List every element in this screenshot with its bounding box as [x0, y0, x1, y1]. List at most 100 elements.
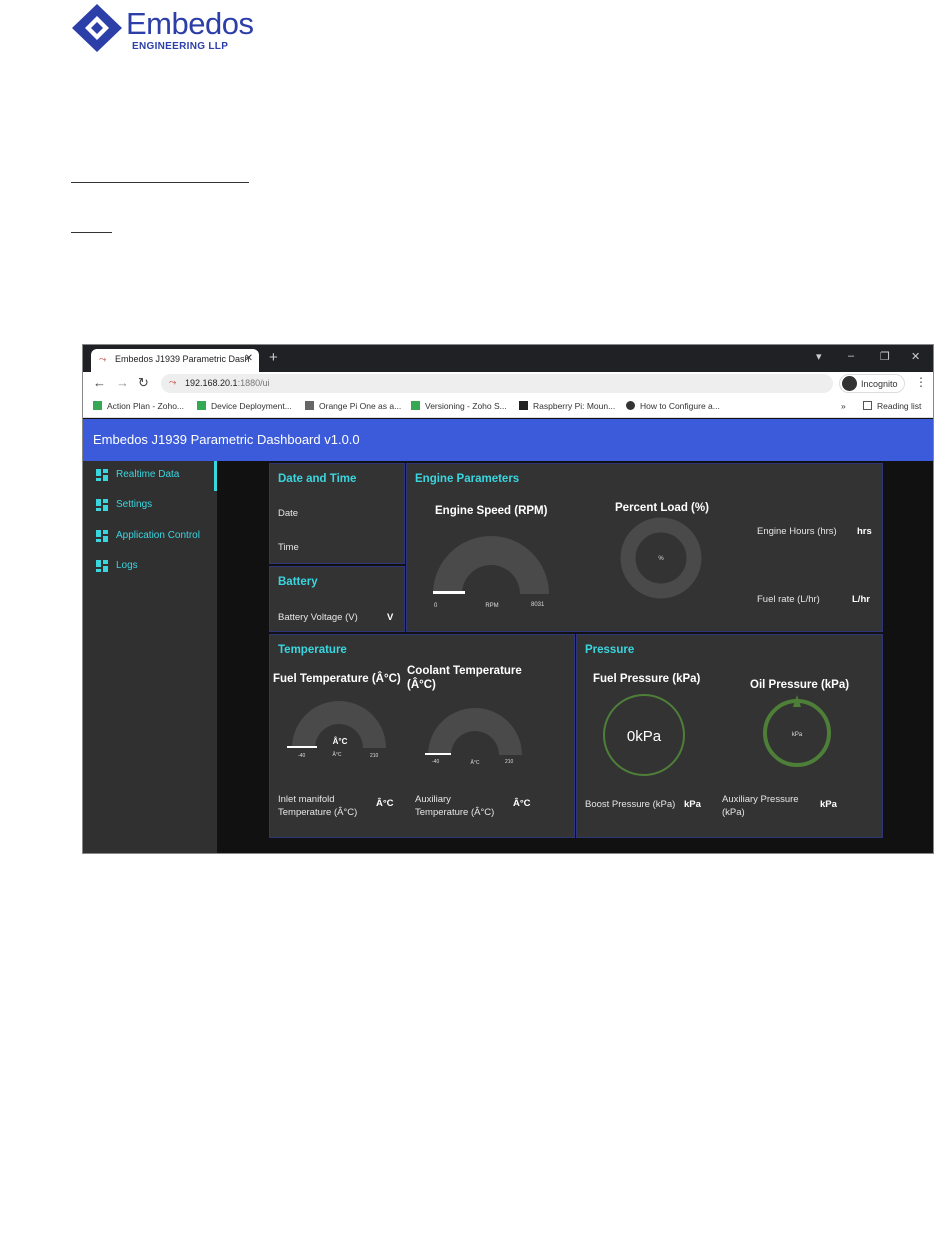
bookmark-label: Orange Pi One as a...: [319, 401, 402, 411]
bookmark-label: How to Configure a...: [640, 401, 720, 411]
close-window-icon[interactable]: ✕: [911, 350, 920, 363]
gauge-min-label: 0: [434, 603, 438, 609]
more-menu-icon[interactable]: ⋮: [915, 375, 927, 389]
fuel-temperature-gauge: Â°C -40 Â°C 210: [287, 701, 386, 759]
diamond-logo-icon: [72, 4, 122, 52]
logo-name: Embedos: [126, 6, 254, 41]
site-icon: ⤳: [169, 377, 177, 387]
bookmark-item[interactable]: Action Plan - Zoho...: [93, 401, 184, 411]
date-time-card: Date and Time Date Time: [269, 463, 405, 564]
bookmarks-bar: Action Plan - Zoho... Device Deployment.…: [83, 396, 933, 418]
browser-tab[interactable]: ⤳ Embedos J1939 Parametric Dash ✕: [91, 349, 259, 372]
sidebar-item-label: Logs: [116, 560, 138, 571]
temperature-card: Temperature Fuel Temperature (Â°C) Â°C -…: [269, 634, 575, 838]
address-bar[interactable]: ⤳ 192.168.20.1:1880/ui: [161, 374, 833, 393]
oil-pressure-gauge: kPa: [763, 695, 831, 767]
gauge-value: Â°C: [333, 737, 348, 746]
gauge-arc: [428, 708, 522, 755]
orange-pi-icon: [305, 401, 314, 410]
gauge-needle: [287, 746, 317, 748]
card-title: Date and Time: [278, 473, 357, 485]
reload-icon[interactable]: ↻: [138, 375, 149, 391]
fuel-rate-value: L/hr: [852, 594, 870, 605]
inlet-manifold-temperature-value: Â°C: [376, 798, 394, 809]
bookmark-item[interactable]: Versioning - Zoho S...: [411, 401, 507, 411]
gauge-unit-label: Â°C: [471, 759, 480, 766]
card-title: Engine Parameters: [415, 473, 520, 485]
restore-icon[interactable]: ❐: [880, 350, 890, 363]
fuel-pressure-title: Fuel Pressure (kPa): [593, 673, 701, 685]
profile-dropdown-icon[interactable]: ▾: [816, 350, 822, 363]
bookmark-label: Action Plan - Zoho...: [107, 401, 185, 411]
bookmark-item[interactable]: Orange Pi One as a...: [305, 401, 401, 411]
app-header: Embedos J1939 Parametric Dashboard v1.0.…: [83, 419, 933, 461]
new-tab-icon[interactable]: +: [269, 349, 278, 366]
bookmark-label: Device Deployment...: [211, 401, 292, 411]
bookmarks-overflow-icon[interactable]: »: [841, 401, 846, 411]
sheet-icon: [411, 401, 420, 410]
bookmark-item[interactable]: How to Configure a...: [626, 401, 720, 411]
dashboard-content: Date and Time Date Time Battery Battery …: [217, 461, 933, 853]
gauge-arc: [433, 536, 549, 594]
dashboard-icon: [96, 560, 108, 572]
gauge-max-label: 210: [505, 759, 514, 765]
percent-load-donut: %: [620, 517, 702, 599]
sidebar-item-label: Settings: [116, 499, 153, 510]
reading-list-icon: [863, 401, 872, 410]
sheet-icon: [197, 401, 206, 410]
bookmark-item[interactable]: Raspberry Pi: Moun...: [519, 401, 615, 411]
sidebar-item-application-control[interactable]: Application Control: [83, 522, 217, 552]
gauge-min-label: -40: [298, 753, 305, 759]
company-logo: Embedos ENGINEERING LLP: [70, 2, 270, 56]
inlet-manifold-temperature-label: Inlet manifold Temperature (Â°C): [278, 794, 358, 818]
tab-strip: ⤳ Embedos J1939 Parametric Dash ✕ + ▾ – …: [83, 345, 933, 372]
incognito-badge[interactable]: Incognito: [839, 374, 905, 393]
battery-card: Battery Battery Voltage (V) V: [269, 566, 405, 632]
fuel-pressure-gauge: 0kPa: [603, 694, 685, 776]
auxiliary-temperature-label: Auxiliary Temperature (Â°C): [415, 794, 495, 818]
fuel-temperature-title: Fuel Temperature (Â°C): [273, 673, 401, 685]
reading-list[interactable]: Reading list: [863, 401, 921, 411]
gauge-max-label: 210: [370, 753, 379, 759]
date-label: Date: [278, 508, 299, 519]
donut-unit-label: %: [658, 556, 664, 562]
coolant-temperature-gauge: -40 Â°C 210: [425, 708, 522, 766]
browser-screenshot: ⤳ Embedos J1939 Parametric Dash ✕ + ▾ – …: [82, 344, 934, 854]
engine-hours-label: Engine Hours (hrs): [757, 526, 837, 537]
battery-voltage-label: Battery Voltage (V): [278, 612, 358, 623]
card-title: Battery: [278, 576, 318, 588]
sidebar-item-logs[interactable]: Logs: [83, 552, 217, 582]
minimize-icon[interactable]: –: [848, 350, 854, 362]
browser-toolbar: ← → ↻ ⤳ 192.168.20.1:1880/ui Incognito ⋮: [83, 372, 933, 396]
sidebar-item-settings[interactable]: Settings: [83, 491, 217, 521]
engine-speed-title: Engine Speed (RPM): [435, 505, 548, 517]
node-red-favicon-icon: ⤳: [99, 354, 107, 364]
back-arrow-icon[interactable]: ←: [93, 375, 106, 390]
boost-pressure-label: Boost Pressure (kPa): [585, 799, 676, 810]
close-tab-icon[interactable]: ✕: [245, 353, 253, 364]
dashboard-icon: [96, 530, 108, 542]
percent-load-title: Percent Load (%): [615, 502, 709, 514]
forward-arrow-icon[interactable]: →: [116, 375, 129, 390]
sidebar-item-label: Application Control: [116, 530, 200, 541]
heading-underline: [71, 182, 249, 183]
battery-voltage-value: V: [387, 612, 394, 623]
gauge-unit-label: RPM: [485, 603, 498, 609]
bookmark-item[interactable]: Device Deployment...: [197, 401, 292, 411]
oil-pressure-title: Oil Pressure (kPa): [750, 679, 850, 691]
incognito-icon: [842, 376, 857, 391]
app-title: Embedos J1939 Parametric Dashboard v1.0.…: [93, 432, 360, 447]
gauge-needle: [425, 753, 451, 755]
subheading-underline: [71, 232, 112, 233]
engine-speed-gauge: 0 RPM 8031: [433, 536, 549, 609]
fuel-rate-label: Fuel rate (L/hr): [757, 594, 820, 605]
gauge-needle: [433, 591, 465, 594]
card-title: Pressure: [585, 644, 635, 656]
sidebar-item-realtime-data[interactable]: Realtime Data: [83, 461, 217, 491]
url-host: 192.168.20.1: [185, 378, 238, 388]
engine-hours-value: hrs: [857, 526, 872, 537]
raspberry-pi-icon: [519, 401, 528, 410]
engine-parameters-card: Engine Parameters Engine Speed (RPM) 0 R…: [406, 463, 883, 632]
time-label: Time: [278, 542, 299, 553]
auxiliary-pressure-label: Auxiliary Pressure (kPa): [722, 794, 799, 818]
